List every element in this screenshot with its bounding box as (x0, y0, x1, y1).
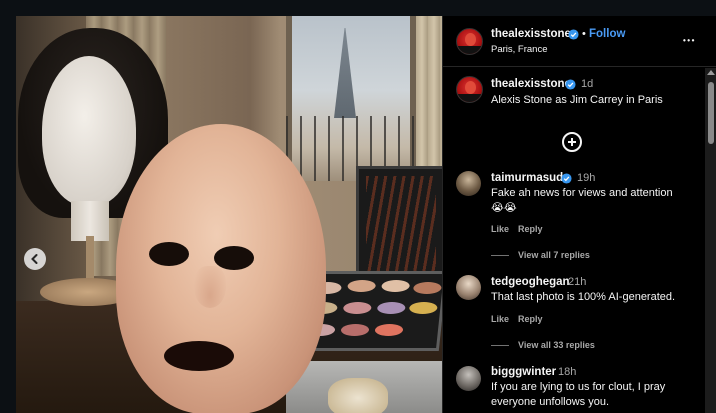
post-location[interactable]: Paris, France (491, 44, 548, 55)
comment-avatar[interactable] (456, 171, 481, 196)
comment-text: That last photo is 100% AI-generated. (491, 291, 676, 303)
post-side-panel: thealexisstone • Follow Paris, France ••… (442, 16, 716, 413)
comment-like-button[interactable]: Like (491, 224, 509, 234)
post-photo[interactable] (16, 16, 442, 413)
photo-brushes (366, 176, 436, 271)
divider-line (491, 345, 509, 346)
verified-badge-icon (561, 173, 572, 184)
comment-reply-button[interactable]: Reply (518, 314, 543, 324)
photo-mask-mouth (164, 341, 234, 371)
carousel-prev-button[interactable] (24, 248, 46, 270)
comment-username[interactable]: bigggwinter (491, 366, 556, 378)
comment-time: 19h (577, 172, 596, 184)
scrollbar-thumb[interactable] (708, 82, 714, 144)
author-username[interactable]: thealexisstone (491, 28, 571, 40)
divider-line (491, 255, 509, 256)
photo-mannequin-head (42, 56, 136, 206)
author-avatar[interactable] (456, 28, 483, 55)
photo-mask-nose (194, 266, 226, 308)
chevron-left-icon (31, 254, 38, 264)
separator-dot: • (582, 28, 586, 40)
photo-mask-eye-left (149, 242, 189, 266)
comment-username[interactable]: tedgeoghegan (491, 276, 570, 288)
comment-emoji: 😭😭 (491, 202, 517, 214)
comment-reply-button[interactable]: Reply (518, 224, 543, 234)
comment-avatar[interactable] (456, 275, 481, 300)
photo-dentures (328, 378, 388, 413)
post-header: thealexisstone • Follow Paris, France ••… (443, 16, 716, 67)
comments-scrollbar[interactable] (705, 68, 716, 413)
comments-list: thealexisstone 1d Alexis Stone as Jim Ca… (443, 68, 705, 413)
verified-badge-icon (565, 79, 576, 90)
comment-time: 21h (568, 276, 587, 288)
photo-mask-eye-right (214, 246, 254, 270)
comment-avatar[interactable] (456, 366, 481, 391)
comment-time: 18h (558, 366, 577, 378)
verified-badge-icon (568, 29, 579, 40)
caption-text: Alexis Stone as Jim Carrey in Paris (491, 94, 663, 106)
caption-author-avatar[interactable] (456, 76, 483, 103)
scroll-up-arrow-icon[interactable] (707, 70, 715, 75)
comment-username[interactable]: taimurmasud (491, 172, 563, 184)
view-replies-button[interactable]: View all 7 replies (518, 250, 590, 260)
follow-button[interactable]: Follow (589, 28, 625, 40)
comment-like-button[interactable]: Like (491, 314, 509, 324)
plus-circle-icon[interactable] (562, 132, 582, 152)
photo-mannequin-neck (71, 201, 109, 241)
comment-text: Fake ah news for views and attention (491, 187, 673, 199)
comment-text-line-2: everyone unfollows you. (491, 396, 610, 408)
more-options-button[interactable]: ••• (683, 36, 696, 45)
view-replies-button[interactable]: View all 33 replies (518, 340, 595, 350)
caption-username[interactable]: thealexisstone (491, 78, 571, 90)
comment-text-line-1: If you are lying to us for clout, I pray (491, 381, 666, 393)
caption-time: 1d (581, 78, 594, 90)
